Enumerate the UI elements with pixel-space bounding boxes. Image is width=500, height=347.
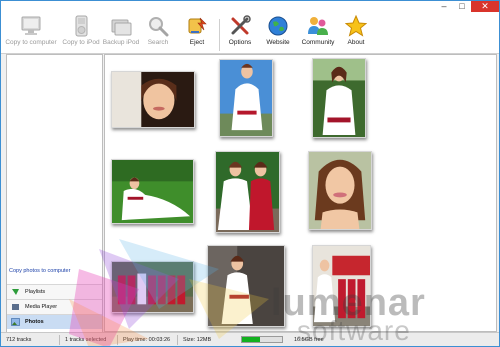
bride-sitting-grass-image (112, 160, 193, 223)
source-label: Playlists (25, 289, 46, 295)
status-bar: 712 tracks 1 tracks selected Play time: … (1, 332, 499, 346)
backup-ipod-button[interactable]: Backup iPod (101, 15, 141, 53)
backup-ipod-label: Backup iPod (102, 39, 140, 46)
bride-portrait-closeup-image (112, 72, 194, 127)
photo-thumbnail[interactable] (111, 261, 194, 313)
source-label: Photos (25, 319, 44, 325)
source-label: Media Player (25, 304, 58, 310)
toolbar: Copy to computer Copy to iPod Backup iPo… (1, 13, 499, 54)
play-time: Play time: 00:03:26 (123, 337, 171, 343)
bride-and-bridesmaid-image (216, 152, 279, 232)
title-bar: – □ ✕ (1, 1, 499, 13)
bride-standing-blue-sky-image (220, 60, 272, 136)
globe-icon (268, 16, 288, 36)
options-label: Options (228, 39, 252, 46)
community-label: Community (301, 39, 335, 46)
maximize-button[interactable]: □ (455, 1, 469, 12)
about-label: About (347, 39, 365, 46)
source-item-photos[interactable]: Photos (7, 314, 102, 329)
photos-icon (11, 318, 20, 326)
status-separator (177, 335, 178, 345)
options-button[interactable]: Options (225, 15, 255, 53)
app-window: – □ ✕ Copy to computer Copy to iPod Back… (0, 0, 500, 347)
search-icon (149, 17, 169, 37)
playlist-icon (12, 289, 19, 295)
search-button[interactable]: Search (143, 15, 173, 53)
storage-progress-bar (241, 336, 283, 343)
photo-thumbnail[interactable] (312, 58, 366, 138)
photo-thumbnail[interactable] (111, 71, 195, 128)
star-icon (345, 15, 367, 37)
close-button[interactable]: ✕ (471, 1, 499, 12)
photo-thumbnail[interactable] (215, 151, 280, 233)
community-button[interactable]: Community (299, 15, 337, 53)
minimize-button[interactable]: – (437, 1, 451, 12)
track-count: 712 tracks (6, 337, 32, 343)
website-button[interactable]: Website (263, 15, 293, 53)
source-list: Playlists Media Player Photos (7, 284, 102, 329)
website-label: Website (266, 39, 290, 46)
size-info: Size: 12MB (183, 337, 212, 343)
storage-progress-fill (242, 337, 260, 342)
ipod-icon (75, 15, 88, 37)
backup-icon (111, 19, 132, 36)
copy-to-ipod-label: Copy to iPod (62, 39, 100, 46)
media-player-icon (12, 304, 19, 310)
copy-to-ipod-button[interactable]: Copy to iPod (61, 15, 101, 53)
toolbar-separator (219, 19, 220, 51)
eject-button[interactable]: Eject (182, 15, 212, 53)
source-item-playlists[interactable]: Playlists (7, 284, 102, 299)
photo-thumbnail[interactable] (308, 151, 372, 230)
copy-to-computer-button[interactable]: Copy to computer (3, 15, 59, 53)
smiling-woman-portrait-image (309, 152, 371, 229)
bridal-party-group-image (112, 262, 193, 312)
computer-icon (21, 16, 41, 35)
copy-to-computer-label: Copy to computer (5, 39, 57, 46)
about-button[interactable]: About (341, 15, 371, 53)
status-separator (59, 335, 60, 345)
status-separator (117, 335, 118, 345)
bride-red-sash-trees-image (313, 59, 365, 137)
copy-photos-link[interactable]: Copy photos to computer (9, 268, 70, 274)
people-icon (308, 17, 328, 35)
selected-count: 1 tracks selected (65, 337, 107, 343)
photo-thumbnail[interactable] (219, 59, 273, 137)
source-item-media-player[interactable]: Media Player (7, 299, 102, 314)
search-label: Search (147, 39, 169, 46)
watermark-text-line2: software (297, 315, 411, 346)
photo-thumbnail[interactable] (111, 159, 194, 224)
tools-icon (231, 15, 251, 35)
eject-label: Eject (189, 39, 205, 46)
eject-icon (188, 17, 207, 34)
